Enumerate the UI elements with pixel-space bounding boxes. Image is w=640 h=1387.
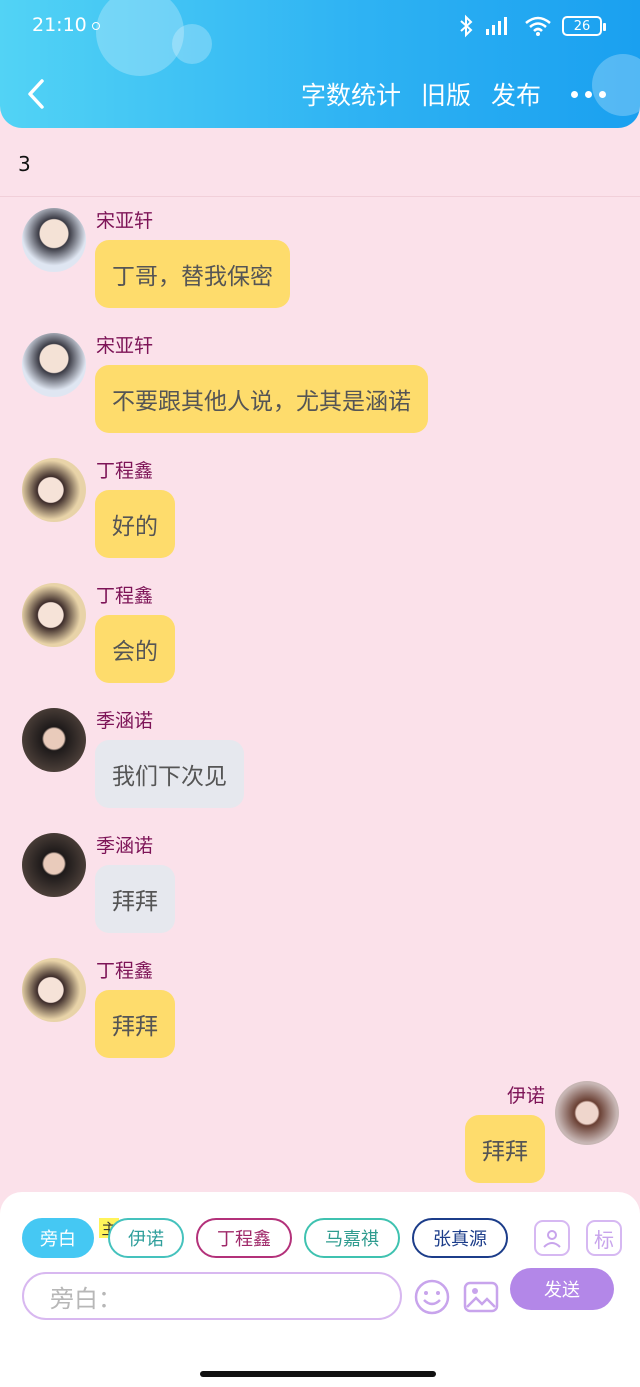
avatar[interactable] — [22, 833, 86, 897]
avatar[interactable] — [22, 708, 86, 772]
avatar[interactable] — [22, 458, 86, 522]
role-chip-dingchengxin[interactable]: 丁程鑫 — [196, 1218, 292, 1258]
avatar[interactable] — [22, 583, 86, 647]
message-bubble[interactable]: 拜拜 — [95, 865, 175, 933]
message-input[interactable]: 旁白： — [22, 1272, 402, 1320]
decor-bubble — [172, 24, 212, 64]
message-bubble[interactable]: 拜拜 — [465, 1115, 545, 1183]
input-panel: 旁白 主 伊诺 丁程鑫 马嘉祺 张真源 标 旁白： 发送 — [0, 1192, 640, 1322]
bluetooth-icon — [460, 14, 473, 38]
message-bubble[interactable]: 好的 — [95, 490, 175, 558]
publish-button[interactable]: 发布 — [491, 76, 541, 112]
sender-name: 季涵诺 — [96, 710, 154, 732]
home-indicator[interactable] — [200, 1371, 436, 1377]
message-bubble[interactable]: 会的 — [95, 615, 175, 683]
avatar[interactable] — [22, 958, 86, 1022]
role-chip-narration[interactable]: 旁白 — [22, 1218, 94, 1258]
sender-name: 丁程鑫 — [96, 585, 154, 607]
back-button[interactable] — [18, 72, 54, 116]
notification-dot-icon — [92, 22, 100, 30]
role-chip-zhangzhenyuan[interactable]: 张真源 — [412, 1218, 508, 1258]
sender-name: 丁程鑫 — [96, 460, 154, 482]
sender-name: 伊诺 — [506, 1085, 545, 1107]
person-icon — [543, 1230, 561, 1248]
tag-button[interactable]: 标 — [586, 1220, 622, 1256]
word-count-button[interactable]: 字数统计 — [301, 76, 401, 112]
chevron-left-icon — [28, 79, 44, 109]
message-bubble[interactable]: 丁哥，替我保密 — [95, 240, 290, 308]
signal-icon — [486, 17, 507, 35]
bottom-safe-area — [0, 1322, 640, 1387]
send-button[interactable]: 发送 — [510, 1268, 614, 1310]
word-count-value: 3 — [18, 152, 31, 176]
message-bubble[interactable]: 拜拜 — [95, 990, 175, 1058]
role-chip-majiaqi[interactable]: 马嘉祺 — [304, 1218, 400, 1258]
app-header: 21:10 26 字数统计 旧版 发布 — [0, 0, 640, 128]
sender-name: 季涵诺 — [96, 835, 154, 857]
avatar[interactable] — [22, 208, 86, 272]
avatar[interactable] — [555, 1081, 619, 1145]
message-bubble[interactable]: 我们下次见 — [95, 740, 244, 808]
wifi-icon — [525, 16, 551, 36]
decor-bubble — [96, 0, 184, 76]
role-select-button[interactable] — [534, 1220, 570, 1256]
divider — [0, 196, 640, 197]
sender-name: 宋亚轩 — [96, 335, 154, 357]
message-bubble[interactable]: 不要跟其他人说，尤其是涵诺 — [95, 365, 428, 433]
sender-name: 宋亚轩 — [96, 210, 154, 232]
nav-actions: 字数统计 旧版 发布 — [301, 76, 606, 112]
more-icon[interactable] — [571, 90, 606, 98]
sender-name: 丁程鑫 — [96, 960, 154, 982]
image-icon[interactable] — [462, 1278, 500, 1316]
old-version-button[interactable]: 旧版 — [421, 76, 471, 112]
battery-indicator: 26 — [562, 16, 606, 36]
avatar[interactable] — [22, 333, 86, 397]
role-chip-yinuo[interactable]: 伊诺 — [108, 1218, 184, 1258]
status-icons: 26 — [458, 14, 606, 38]
status-time: 21:10 — [32, 14, 87, 36]
emoji-icon[interactable] — [413, 1278, 451, 1316]
